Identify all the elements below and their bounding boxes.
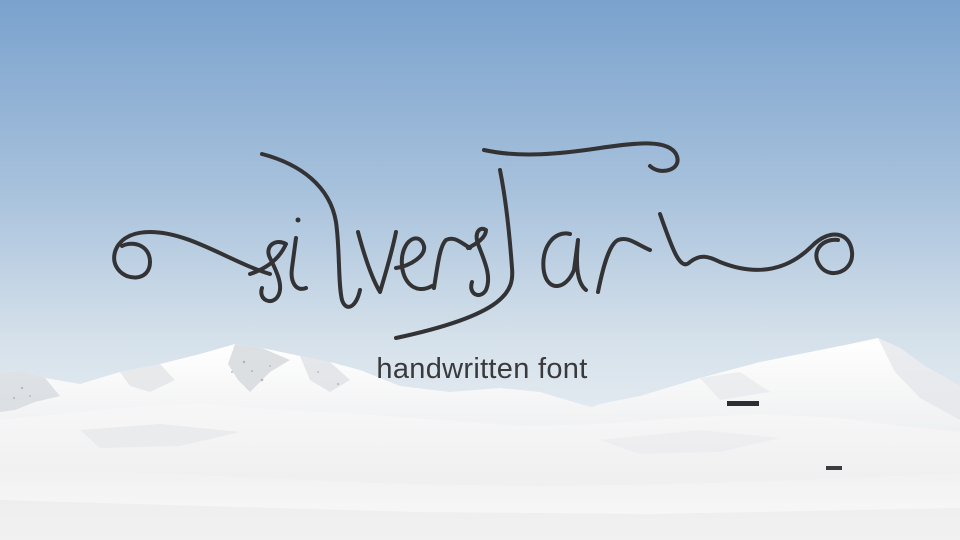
right-flourish: [658, 212, 855, 275]
left-flourish: [112, 230, 272, 280]
letter-s2: [466, 226, 491, 298]
letter-i-dot: [295, 217, 301, 223]
letter-l: [260, 152, 362, 309]
letter-v: [356, 230, 398, 294]
subtitle-text: handwritten font: [376, 353, 588, 385]
letter-a: [541, 231, 588, 292]
font-banner: silverstar: [0, 0, 960, 540]
letter-e: [394, 236, 434, 291]
t-crossbar: [482, 141, 680, 173]
letter-i: [289, 236, 308, 291]
letter-r2: [596, 237, 652, 294]
letter-r: [432, 236, 472, 290]
silverstar-script-logo: silverstar: [112, 141, 855, 340]
letter-t: [394, 168, 515, 340]
